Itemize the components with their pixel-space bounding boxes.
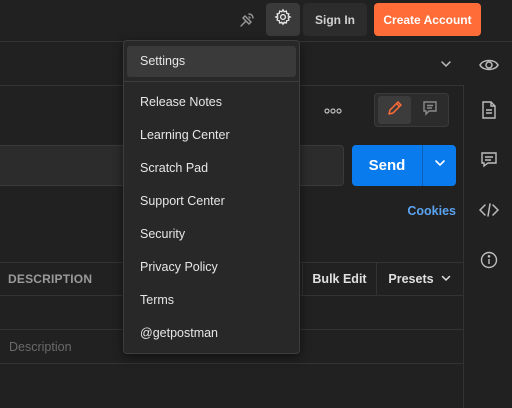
pencil-icon <box>387 100 403 121</box>
send-button[interactable]: Send <box>352 145 422 186</box>
column-header-description: DESCRIPTION <box>8 272 93 286</box>
menu-item-privacy-policy[interactable]: Privacy Policy <box>127 252 296 283</box>
code-icon[interactable] <box>478 199 500 221</box>
menu-item-support-center[interactable]: Support Center <box>127 186 296 217</box>
gear-icon <box>274 8 292 31</box>
send-options-button[interactable] <box>423 145 456 186</box>
cookies-link[interactable]: Cookies <box>398 202 456 220</box>
menu-item-scratch-pad[interactable]: Scratch Pad <box>127 153 296 184</box>
description-input[interactable]: Description <box>9 338 72 356</box>
create-account-button[interactable]: Create Account <box>374 3 481 36</box>
comment-icon <box>422 100 438 121</box>
comment-mode-button[interactable] <box>414 96 446 124</box>
menu-item-learning-center[interactable]: Learning Center <box>127 120 296 151</box>
presets-label: Presets <box>388 272 434 286</box>
chevron-down-icon <box>440 272 452 287</box>
menu-item-settings[interactable]: Settings <box>127 46 296 77</box>
edit-mode-button[interactable] <box>378 96 411 124</box>
document-icon[interactable] <box>478 99 500 121</box>
info-icon[interactable] <box>478 249 500 271</box>
sign-in-button[interactable]: Sign In <box>303 3 367 36</box>
settings-gear-button[interactable] <box>266 3 300 36</box>
chevron-down-icon <box>433 156 447 175</box>
comment-icon[interactable] <box>478 149 500 171</box>
bulk-edit-button[interactable]: Bulk Edit <box>302 263 376 295</box>
menu-item-terms[interactable]: Terms <box>127 285 296 316</box>
satellite-icon[interactable] <box>236 9 258 31</box>
more-dots-icon[interactable] <box>320 102 346 120</box>
right-sidebar <box>463 86 512 408</box>
presets-button[interactable]: Presets <box>376 263 463 295</box>
chevron-down-icon[interactable] <box>438 56 454 72</box>
menu-divider <box>124 81 299 82</box>
menu-item-release-notes[interactable]: Release Notes <box>127 87 296 118</box>
menu-item-getpostman[interactable]: @getpostman <box>127 318 296 349</box>
eye-icon[interactable] <box>478 55 500 75</box>
menu-item-security[interactable]: Security <box>127 219 296 250</box>
